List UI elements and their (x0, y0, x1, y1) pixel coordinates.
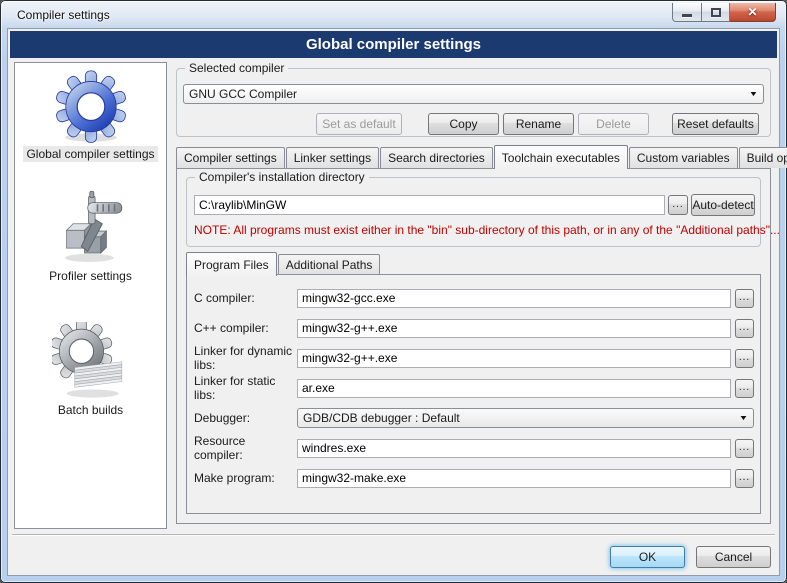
title-bar[interactable]: Compiler settings ✕ (2, 2, 785, 28)
copy-button[interactable]: Copy (428, 113, 499, 135)
footer-separator (12, 534, 775, 535)
tab-custom-variables[interactable]: Custom variables (629, 147, 738, 168)
sidebar-item-label: Profiler settings (46, 268, 135, 284)
linker-for-dynamic-libs-input[interactable] (297, 349, 731, 368)
batch-builds-icon (52, 322, 130, 400)
selected-compiler-group: Selected compiler GNU GCC Compiler ▼ Set… (176, 68, 771, 137)
sidebar-item-label: Batch builds (55, 402, 126, 418)
tab-additional-paths[interactable]: Additional Paths (278, 254, 381, 275)
browse-button[interactable]: ... (735, 379, 754, 398)
tab-program-files[interactable]: Program Files (186, 252, 277, 276)
gear-blue-icon (52, 66, 130, 144)
debugger-select[interactable]: GDB/CDB debugger : Default ▼ (297, 408, 754, 428)
dialog-window: Compiler settings ✕ Global compiler sett… (0, 0, 787, 583)
install-dir-browse-button[interactable]: ... (668, 195, 688, 215)
c-compiler-input[interactable] (297, 289, 731, 308)
tab-linker-settings[interactable]: Linker settings (286, 147, 379, 168)
autodetect-button[interactable]: Auto-detect (691, 194, 755, 216)
debugger-select-value: GDB/CDB debugger : Default (303, 411, 460, 425)
toolchain-executables-panel: Compiler's installation directory ... Au… (176, 168, 771, 524)
close-icon: ✕ (747, 5, 757, 19)
field-row-make-program: Make program:... (187, 463, 760, 493)
cancel-button[interactable]: Cancel (696, 546, 771, 568)
browse-button[interactable]: ... (735, 319, 754, 338)
sidebar-item-global-compiler-settings[interactable]: Global compiler settings (15, 66, 166, 162)
tab-toolchain-executables[interactable]: Toolchain executables (494, 145, 628, 169)
install-note: NOTE: All programs must exist either in … (194, 223, 780, 237)
browse-button[interactable]: ... (735, 469, 754, 488)
close-button[interactable]: ✕ (730, 3, 776, 22)
chevron-down-icon: ▼ (739, 415, 749, 422)
ok-button[interactable]: OK (610, 546, 685, 568)
delete-button[interactable]: Delete (578, 113, 649, 135)
field-label: Make program: (194, 471, 297, 485)
toolchain-fields: C compiler:...C++ compiler:...Linker for… (187, 283, 760, 493)
field-row-linker-for-static-libs: Linker for static libs:... (187, 373, 760, 403)
browse-button[interactable]: ... (735, 439, 754, 458)
tab-compiler-settings[interactable]: Compiler settings (176, 147, 285, 168)
minimize-icon (682, 14, 692, 17)
field-label: Linker for dynamic libs: (194, 344, 297, 372)
group-legend: Selected compiler (185, 61, 288, 75)
field-row-debugger: Debugger: GDB/CDB debugger : Default ▼ (187, 403, 760, 433)
field-label: C++ compiler: (194, 321, 297, 335)
sidebar-item-profiler-settings[interactable]: Profiler settings (15, 188, 166, 284)
window-title: Compiler settings (17, 8, 110, 22)
rename-button[interactable]: Rename (503, 113, 574, 135)
compiler-actions: Set as default CopyRenameDelete Reset defa… (177, 113, 770, 135)
maximize-button[interactable] (702, 3, 730, 22)
install-dir-input[interactable] (194, 195, 665, 215)
tab-build-options[interactable]: Build options (739, 147, 787, 168)
field-row-resource-compiler: Resource compiler:... (187, 433, 760, 463)
maximize-icon (711, 8, 721, 17)
program-files-panel: C compiler:...C++ compiler:...Linker for… (186, 274, 761, 514)
reset-defaults-button[interactable]: Reset defaults (672, 113, 759, 135)
field-label: Resource compiler: (194, 434, 297, 462)
window-controls: ✕ (672, 3, 776, 22)
field-label: Debugger: (194, 411, 297, 425)
make-program-input[interactable] (297, 469, 731, 488)
c-compiler-input[interactable] (297, 319, 731, 338)
resource-compiler-input[interactable] (297, 439, 731, 458)
compiler-select-value: GNU GCC Compiler (189, 87, 297, 101)
browse-button[interactable]: ... (735, 349, 754, 368)
field-row-c-compiler: C compiler:... (187, 283, 760, 313)
dialog-header: Global compiler settings (10, 31, 777, 58)
set-as-default-button[interactable]: Set as default (316, 113, 402, 135)
compiler-select[interactable]: GNU GCC Compiler ▼ (183, 84, 764, 104)
tab-search-directories[interactable]: Search directories (380, 147, 493, 168)
field-row-c-compiler: C++ compiler:... (187, 313, 760, 343)
program-files-tab-strip: Program Files Additional Paths (186, 253, 381, 275)
settings-category-list: Global compiler settings (14, 62, 167, 529)
main-tab-strip: Compiler settingsLinker settingsSearch d… (176, 145, 773, 168)
browse-button[interactable]: ... (735, 289, 754, 308)
field-label: C compiler: (194, 291, 297, 305)
linker-for-static-libs-input[interactable] (297, 379, 731, 398)
chevron-down-icon: ▼ (749, 91, 759, 98)
profiler-caliper-icon (52, 188, 130, 266)
dialog-client-area: Global compiler settings (7, 28, 780, 576)
sidebar-item-label: Global compiler settings (23, 146, 157, 162)
install-dir-group: Compiler's installation directory ... Au… (186, 177, 761, 247)
field-row-linker-for-dynamic-libs: Linker for dynamic libs:... (187, 343, 760, 373)
minimize-button[interactable] (672, 3, 702, 22)
group-legend: Compiler's installation directory (195, 170, 369, 184)
sidebar-item-batch-builds[interactable]: Batch builds (15, 322, 166, 418)
field-label: Linker for static libs: (194, 374, 297, 402)
